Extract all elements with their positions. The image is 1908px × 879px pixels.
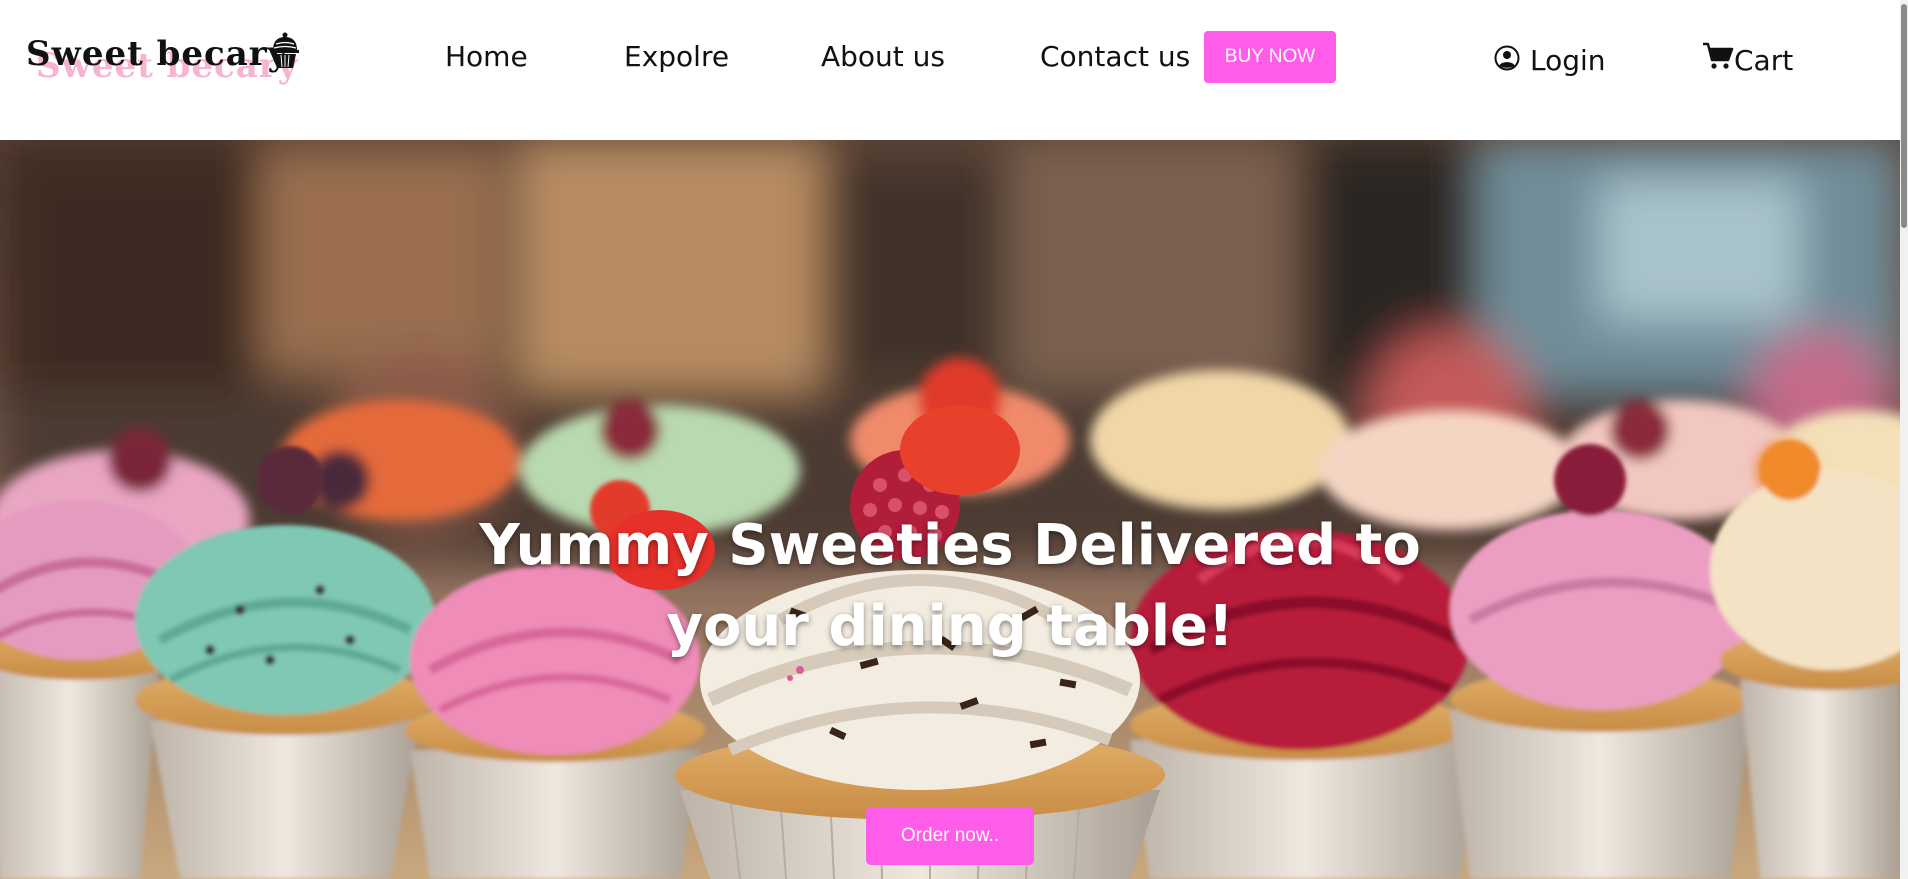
hero-heading: Yummy Sweeties Delivered to your dining … bbox=[350, 505, 1550, 667]
cart-label: Cart bbox=[1734, 43, 1794, 77]
hero-heading-line1: Yummy Sweeties Delivered to bbox=[479, 513, 1421, 578]
order-now-button[interactable]: Order now.. bbox=[866, 807, 1034, 865]
user-circle-icon bbox=[1494, 45, 1520, 71]
cart-icon bbox=[1703, 42, 1734, 69]
page: Sweet becary Sweet becary Home Expolre A… bbox=[0, 0, 1908, 879]
login-label: Login bbox=[1530, 43, 1606, 77]
cupcake-icon bbox=[271, 32, 299, 68]
page-scrollbar[interactable] bbox=[1900, 0, 1908, 879]
navbar: Sweet becary Sweet becary Home Expolre A… bbox=[0, 0, 1908, 140]
login-link[interactable]: Login bbox=[1494, 40, 1606, 80]
nav-home[interactable]: Home bbox=[445, 40, 528, 73]
nav-explore[interactable]: Expolre bbox=[624, 40, 729, 73]
cart-link[interactable]: Cart bbox=[1702, 40, 1793, 80]
hero-section: Yummy Sweeties Delivered to your dining … bbox=[0, 140, 1900, 879]
scrollbar-thumb[interactable] bbox=[1901, 4, 1907, 228]
buy-now-button[interactable]: BUY NOW bbox=[1204, 31, 1336, 83]
nav-contact-us[interactable]: Contact us bbox=[1040, 40, 1190, 73]
brand-name: Sweet becary bbox=[26, 34, 289, 74]
hero-heading-line2: your dining table! bbox=[666, 594, 1234, 659]
brand-logo[interactable]: Sweet becary Sweet becary bbox=[26, 32, 326, 86]
nav-about-us[interactable]: About us bbox=[821, 40, 945, 73]
